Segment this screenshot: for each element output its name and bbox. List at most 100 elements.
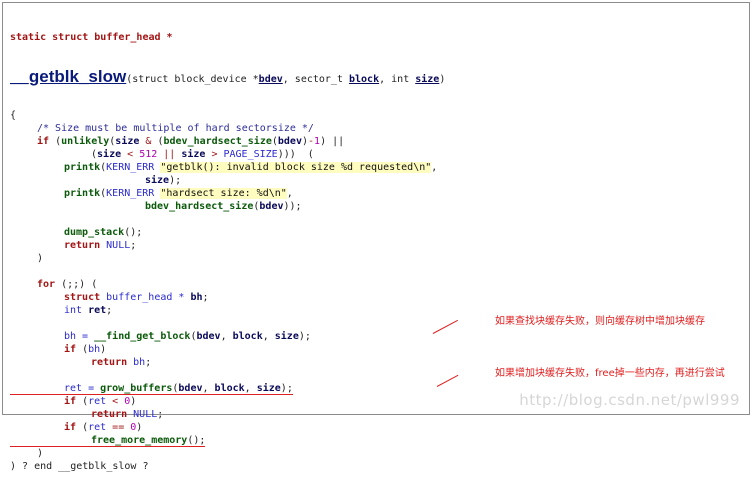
code-token-pl: ,: [286, 188, 293, 199]
code-line-content: return NULL;: [10, 240, 136, 251]
code-token-kw: return: [91, 357, 134, 368]
code-line: bdev_hardsect_size(bdev));: [10, 200, 750, 213]
code-line: if (unlikely(size & (bdev_hardsect_size(…: [10, 135, 750, 148]
code-token-ty: bh: [88, 344, 101, 355]
code-line-content: if (bh): [10, 344, 106, 355]
code-line-content: {: [10, 110, 16, 121]
code-token-var[interactable]: size: [145, 175, 169, 186]
code-token-pl: ();: [124, 227, 143, 238]
code-line: bh = __find_get_block(bdev, block, size)…: [10, 330, 750, 343]
code-token-pl: ): [130, 396, 137, 407]
code-token-pl: ;: [130, 240, 137, 251]
code-token-ty: bh =: [64, 331, 95, 342]
code-line-content: bdev_hardsect_size(bdev));: [10, 201, 302, 212]
param-name[interactable]: size: [415, 74, 439, 85]
code-token-var[interactable]: bh: [190, 292, 202, 303]
code-token-ty: KERN_ERR: [106, 188, 161, 199]
signature-return-type: static struct buffer_head *: [10, 32, 173, 43]
code-token-var[interactable]: bdev: [259, 201, 283, 212]
code-token-fn[interactable]: dump_stack: [64, 227, 124, 238]
code-token-var[interactable]: block: [215, 383, 245, 394]
watermark: http://blog.csdn.net/pwl999: [519, 391, 740, 409]
code-token-ty: int: [64, 305, 89, 316]
code-token-kw: return: [91, 409, 134, 420]
code-token-pl: ;: [157, 409, 164, 420]
code-line-content: bh = __find_get_block(bdev, block, size)…: [10, 331, 311, 342]
code-token-var[interactable]: size: [115, 136, 139, 147]
code-token-kw: if: [64, 396, 83, 407]
code-token-fn[interactable]: __find_get_block: [94, 331, 190, 342]
param-name[interactable]: bdev: [259, 74, 283, 85]
param-type: (struct block_device *: [126, 74, 259, 85]
param-name[interactable]: block: [349, 74, 379, 85]
code-token-fn[interactable]: bdev_hardsect_size: [145, 201, 253, 212]
function-title[interactable]: __getblk_slow: [10, 67, 126, 86]
code-token-pl: ;: [202, 292, 209, 303]
code-line: size);: [10, 174, 750, 187]
code-line-content: if (unlikely(size & (bdev_hardsect_size(…: [10, 136, 344, 147]
code-token-var[interactable]: size: [275, 331, 299, 342]
code-token-ty: KERN_ERR: [106, 162, 161, 173]
code-token-pl: ;: [145, 357, 152, 368]
code-token-pl: ) ||: [320, 136, 345, 147]
code-line-content: free_more_memory();: [10, 435, 206, 447]
code-token-fn[interactable]: printk: [64, 162, 100, 173]
code-token-cm: /* Size must be multiple of hard sectors…: [37, 123, 314, 134]
code-token-kw: for: [37, 279, 62, 290]
code-token-kw: if: [64, 344, 83, 355]
code-line: ): [10, 447, 750, 460]
code-token-fn[interactable]: free_more_memory: [91, 435, 187, 446]
code-token-op: >: [205, 149, 224, 160]
code-token-pl: ) ? end __getblk_slow ?: [10, 461, 149, 472]
param-type: , sector_t: [282, 74, 349, 85]
code-token-pl: ));: [283, 201, 302, 212]
code-line: return NULL;: [10, 408, 750, 421]
code-token-ty: ret: [88, 422, 107, 433]
code-line: dump_stack();: [10, 226, 750, 239]
code-token-var[interactable]: block: [233, 331, 263, 342]
code-token-ty: ret: [88, 396, 107, 407]
code-token-var[interactable]: bdev: [278, 136, 302, 147]
param-type: , int: [379, 74, 416, 85]
code-line-content: if (ret < 0): [10, 396, 136, 407]
code-line: struct buffer_head * bh;: [10, 291, 750, 304]
code-line-content: /* Size must be multiple of hard sectors…: [10, 123, 314, 134]
code-token-var[interactable]: ret: [88, 305, 106, 316]
code-token-var[interactable]: size: [97, 149, 121, 160]
signature-line-2: __getblk_slow(struct block_device *bdev,…: [10, 66, 750, 87]
annotation-free-memory: 如果增加块缓存失败，free掉一些内存，再进行尝试: [495, 368, 725, 379]
code-token-fn[interactable]: bdev_hardsect_size: [163, 136, 271, 147]
code-token-op: ||: [157, 149, 182, 160]
code-token-pl: ();: [187, 435, 206, 446]
code-token-var[interactable]: bdev: [196, 331, 220, 342]
code-token-pl: );: [280, 383, 293, 394]
code-token-fn[interactable]: grow_buffers: [100, 383, 172, 394]
code-line: (size < 512 || size > PAGE_SIZE))) (: [10, 148, 750, 161]
code-token-pl: ;: [106, 305, 113, 316]
code-token-var[interactable]: size: [181, 149, 205, 160]
code-token-kw: if: [64, 422, 83, 433]
code-line-content: (size < 512 || size > PAGE_SIZE))) (: [10, 149, 314, 160]
code-token-pl: ,: [262, 331, 275, 342]
code-token-var[interactable]: bdev: [178, 383, 202, 394]
code-line-content: ret = grow_buffers(bdev, block, size);: [10, 383, 293, 395]
code-token-kw: if: [37, 136, 56, 147]
code-token-ty: NULL: [133, 409, 158, 420]
code-token-fn[interactable]: unlikely: [61, 136, 109, 147]
code-token-fn[interactable]: printk: [64, 188, 100, 199]
annotation-grow-buffers: 如果查找块缓存失败，则向缓存树中增加块缓存: [495, 316, 705, 327]
code-token-str: "getblk(): invalid block size %d request…: [160, 162, 432, 173]
code-token-pl: );: [298, 331, 311, 342]
code-line-content: ): [10, 448, 43, 459]
code-token-num: 512: [139, 149, 158, 160]
code-token-var[interactable]: size: [257, 383, 281, 394]
code-panel: static struct buffer_head * __getblk_slo…: [2, 2, 750, 472]
signature-line-1: static struct buffer_head *: [10, 31, 750, 44]
code-token-pl: ,: [220, 331, 233, 342]
code-token-pl: ): [136, 422, 143, 433]
code-token-pl: ): [37, 448, 44, 459]
code-line-content: ) ? end __getblk_slow ?: [10, 461, 148, 472]
code-line-content: dump_stack();: [10, 227, 142, 238]
